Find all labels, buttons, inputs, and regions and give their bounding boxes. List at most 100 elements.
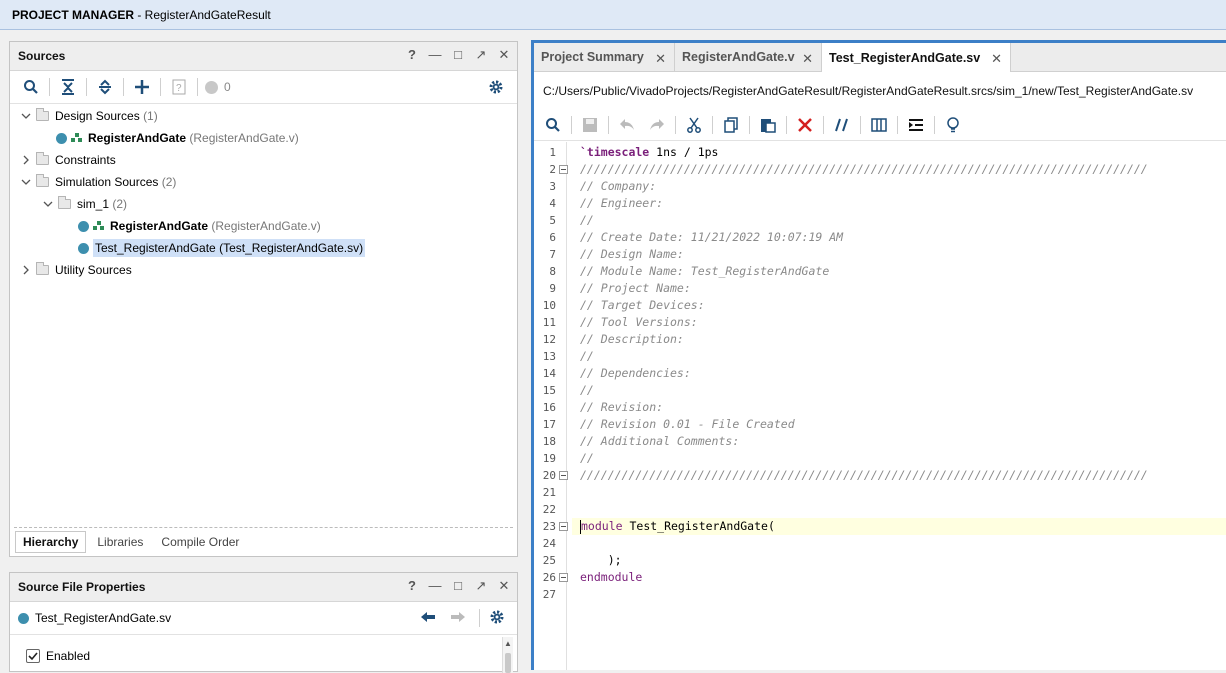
- tree-item-simulation-sources[interactable]: Simulation Sources (2): [20, 172, 176, 192]
- collapse-all-button[interactable]: [57, 76, 79, 98]
- code-line[interactable]: // Dependencies:: [580, 365, 1226, 382]
- close-icon[interactable]: ✕: [655, 51, 666, 67]
- chevron-down-icon[interactable]: [42, 198, 54, 210]
- code-line[interactable]: ////////////////////////////////////////…: [580, 161, 1226, 178]
- tab-hierarchy[interactable]: Hierarchy: [15, 531, 87, 553]
- code-line[interactable]: `timescale 1ns / 1ps: [580, 144, 1226, 161]
- tree-item-sim-1[interactable]: sim_1 (2): [42, 194, 127, 214]
- minimize-icon[interactable]: —: [428, 48, 442, 62]
- code-line[interactable]: // Tool Versions:: [580, 314, 1226, 331]
- code-line[interactable]: );: [580, 552, 1226, 569]
- tab-project-summary[interactable]: Project Summary ✕: [534, 43, 675, 71]
- paste-button[interactable]: [757, 114, 779, 136]
- code-line[interactable]: // Company:: [580, 178, 1226, 195]
- enabled-label: Enabled: [46, 649, 91, 663]
- help-icon[interactable]: ?: [405, 48, 419, 62]
- close-icon[interactable]: ✕: [497, 579, 511, 593]
- code-line[interactable]: ////////////////////////////////////////…: [580, 467, 1226, 484]
- float-icon[interactable]: ↗: [474, 579, 488, 593]
- code-line[interactable]: [580, 586, 1226, 603]
- code-line[interactable]: // Module Name: Test_RegisterAndGate: [580, 263, 1226, 280]
- code-line[interactable]: // Revision 0.01 - File Created: [580, 416, 1226, 433]
- tree-item-test-registerandgate[interactable]: Test_RegisterAndGate (Test_RegisterAndGa…: [78, 238, 366, 258]
- fold-toggle-icon[interactable]: [559, 165, 568, 174]
- gear-icon: [489, 80, 503, 94]
- chevron-right-icon[interactable]: [20, 154, 32, 166]
- close-icon[interactable]: ✕: [991, 51, 1002, 67]
- editor-search-button[interactable]: [542, 114, 564, 136]
- tree-label-selected: Test_RegisterAndGate (Test_RegisterAndGa…: [93, 239, 366, 257]
- tree-item-utility-sources[interactable]: Utility Sources: [20, 260, 132, 280]
- save-button[interactable]: [579, 114, 601, 136]
- line-number: 1: [549, 146, 556, 159]
- tab-libraries[interactable]: Libraries: [90, 532, 150, 552]
- settings-button[interactable]: [485, 76, 507, 98]
- tree-item-constraints[interactable]: Constraints: [20, 150, 116, 170]
- code-line[interactable]: [580, 484, 1226, 501]
- float-icon[interactable]: ↗: [474, 48, 488, 62]
- code-line[interactable]: // Engineer:: [580, 195, 1226, 212]
- chevron-down-icon[interactable]: [20, 176, 32, 188]
- toggle-comment-button[interactable]: [831, 114, 853, 136]
- code-line[interactable]: // Description:: [580, 331, 1226, 348]
- indent-button[interactable]: [905, 114, 927, 136]
- forward-arrow-icon[interactable]: [450, 611, 466, 626]
- maximize-icon[interactable]: □: [451, 48, 465, 62]
- chevron-down-icon[interactable]: [20, 110, 32, 122]
- sources-view-tabs: Hierarchy Libraries Compile Order: [15, 531, 517, 553]
- code-line[interactable]: // Target Devices:: [580, 297, 1226, 314]
- tree-item-registerandgate[interactable]: RegisterAndGate (RegisterAndGate.v): [56, 128, 299, 148]
- fold-toggle-icon[interactable]: [559, 573, 568, 582]
- code-line[interactable]: //: [580, 450, 1226, 467]
- properties-scrollbar[interactable]: ▲: [502, 637, 513, 673]
- tab-registerandgate-v[interactable]: RegisterAndGate.v ✕: [675, 43, 822, 71]
- folder-icon: [36, 108, 49, 121]
- code-line[interactable]: //: [580, 382, 1226, 399]
- code-line[interactable]: module Test_RegisterAndGate(: [572, 518, 1226, 535]
- code-area[interactable]: 1 2 3 4 5 6 7 8 9 10 11 12 13 14 15 16 17 18 19 20 21 22 23 24 2…: [534, 142, 1226, 670]
- enabled-checkbox[interactable]: [26, 649, 40, 663]
- code-line[interactable]: //: [580, 348, 1226, 365]
- code-line[interactable]: // Design Name:: [580, 246, 1226, 263]
- undo-button[interactable]: [616, 114, 638, 136]
- editor-toolbar: [534, 110, 1226, 140]
- code-line[interactable]: [580, 501, 1226, 518]
- expand-all-button[interactable]: [94, 76, 116, 98]
- properties-button[interactable]: ?: [168, 76, 190, 98]
- minimize-icon[interactable]: —: [428, 579, 442, 593]
- chevron-right-icon[interactable]: [20, 264, 32, 276]
- tree-item-registerandgate-sim[interactable]: RegisterAndGate (RegisterAndGate.v): [78, 216, 321, 236]
- fold-toggle-icon[interactable]: [559, 522, 568, 531]
- help-icon[interactable]: ?: [405, 579, 419, 593]
- search-button[interactable]: [20, 76, 42, 98]
- column-mode-button[interactable]: [868, 114, 890, 136]
- code-line[interactable]: // Revision:: [580, 399, 1226, 416]
- code-line[interactable]: // Additional Comments:: [580, 433, 1226, 450]
- line-number: 14: [542, 367, 556, 380]
- source-status-icon: [78, 242, 89, 254]
- copy-button[interactable]: [720, 114, 742, 136]
- add-sources-button[interactable]: [131, 76, 153, 98]
- fold-toggle-icon[interactable]: [559, 471, 568, 480]
- tree-item-design-sources[interactable]: Design Sources (1): [20, 106, 158, 126]
- code-line[interactable]: endmodule: [580, 569, 1226, 586]
- back-arrow-icon[interactable]: [420, 611, 436, 626]
- line-number: 16: [542, 401, 556, 414]
- code-line[interactable]: // Project Name:: [580, 280, 1226, 297]
- tab-label: Test_RegisterAndGate.sv: [829, 50, 981, 65]
- code-line[interactable]: //: [580, 212, 1226, 229]
- close-icon[interactable]: ✕: [497, 48, 511, 62]
- code-line[interactable]: // Create Date: 11/21/2022 10:07:19 AM: [580, 229, 1226, 246]
- tab-compile-order[interactable]: Compile Order: [154, 532, 246, 552]
- cut-button[interactable]: [683, 114, 705, 136]
- code-line[interactable]: [580, 535, 1226, 552]
- tab-test-registerandgate-sv[interactable]: Test_RegisterAndGate.sv ✕: [822, 43, 1011, 72]
- delete-button[interactable]: [794, 114, 816, 136]
- close-icon[interactable]: ✕: [802, 51, 813, 67]
- redo-button[interactable]: [646, 114, 668, 136]
- gear-icon[interactable]: [489, 609, 505, 628]
- maximize-icon[interactable]: □: [451, 579, 465, 593]
- quick-help-button[interactable]: [942, 114, 964, 136]
- source-status-icon: [78, 220, 89, 232]
- line-number: 19: [542, 452, 556, 465]
